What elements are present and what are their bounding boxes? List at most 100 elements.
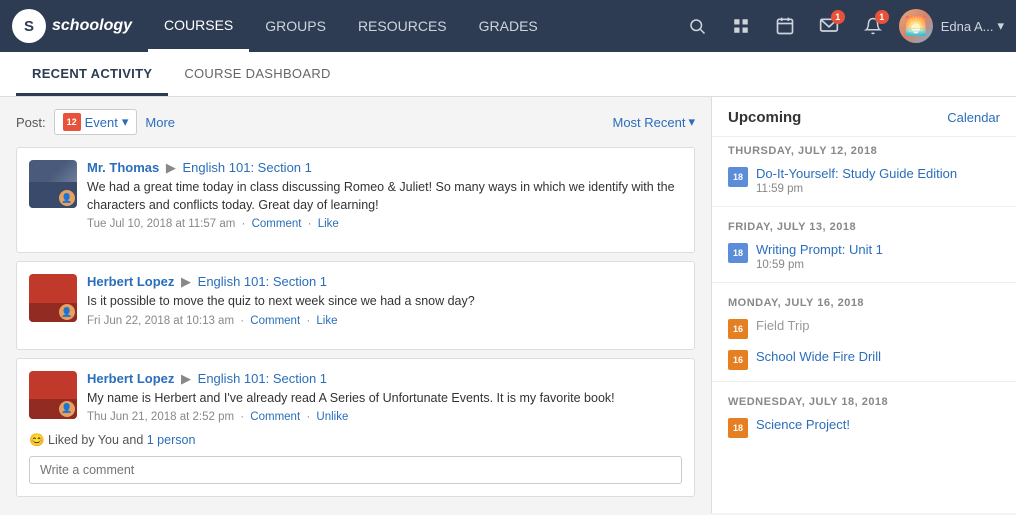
- avatar-mr-thomas: 👤: [29, 160, 77, 208]
- tab-course-dashboard[interactable]: COURSE DASHBOARD: [168, 52, 346, 96]
- nav-grades[interactable]: GRADES: [463, 0, 554, 52]
- feed-meta-3: Thu Jun 21, 2018 at 2:52 pm · Comment · …: [87, 411, 682, 423]
- nav-courses[interactable]: COURSES: [148, 0, 249, 52]
- author-herbert-2[interactable]: Herbert Lopez: [87, 371, 174, 386]
- date-header-3: MONDAY, JULY 16, 2018: [712, 289, 1016, 313]
- tab-recent-activity[interactable]: RECENT ACTIVITY: [16, 52, 168, 96]
- tabs-bar: RECENT ACTIVITY COURSE DASHBOARD: [0, 52, 1016, 97]
- comment-link-2[interactable]: Comment: [250, 315, 300, 327]
- divider-3: [712, 381, 1016, 382]
- feed-card-3: 👤 Herbert Lopez ▶ English 101: Section 1…: [16, 358, 695, 498]
- upcoming-item-time-1: 11:59 pm: [756, 183, 1000, 195]
- nav-resources[interactable]: RESOURCES: [342, 0, 463, 52]
- calendar-icon-1: 16: [728, 319, 748, 339]
- assignment-icon-1: 18: [728, 167, 748, 187]
- post-label: Post:: [16, 115, 46, 130]
- upcoming-item-4: 16 School Wide Fire Drill: [712, 344, 1016, 375]
- feed-content-3: Herbert Lopez ▶ English 101: Section 1 M…: [87, 371, 682, 424]
- avatar[interactable]: 🌅: [899, 9, 933, 43]
- feed-arrow-3: ▶: [181, 371, 191, 386]
- avatar-herbert-2: 👤: [29, 371, 77, 419]
- nav-right: 1 1 🌅 Edna A... ▾: [679, 8, 1004, 44]
- upcoming-item-title-1[interactable]: Do-It-Yourself: Study Guide Edition: [756, 166, 1000, 183]
- author-herbert-1[interactable]: Herbert Lopez: [87, 274, 174, 289]
- divider-2: [712, 282, 1016, 283]
- user-name[interactable]: Edna A... ▾: [941, 18, 1004, 34]
- upcoming-item-title-2[interactable]: Writing Prompt: Unit 1: [756, 242, 1000, 259]
- feed-date-1: Tue Jul 10, 2018 at 11:57 am: [87, 218, 235, 230]
- course-link-1[interactable]: English 101: Section 1: [183, 160, 312, 175]
- upcoming-item-info-5: Science Project!: [756, 417, 1000, 434]
- feed-text-3: My name is Herbert and I've already read…: [87, 390, 682, 408]
- upcoming-item-time-2: 10:59 pm: [756, 259, 1000, 271]
- messages-badge: 1: [831, 10, 845, 24]
- post-bar-right: Most Recent ▾: [612, 114, 695, 130]
- feed-text-2: Is it possible to move the quiz to next …: [87, 293, 682, 311]
- date-header-1: THURSDAY, JULY 12, 2018: [712, 137, 1016, 161]
- notifications-icon[interactable]: 1: [855, 8, 891, 44]
- nav-links: COURSES GROUPS RESOURCES GRADES: [148, 0, 679, 52]
- nav-groups[interactable]: GROUPS: [249, 0, 342, 52]
- grid-icon[interactable]: [723, 8, 759, 44]
- event-chevron-icon: ▾: [122, 114, 129, 130]
- author-mr-thomas[interactable]: Mr. Thomas: [87, 160, 159, 175]
- more-btn-label: More: [145, 115, 175, 130]
- right-panel: Upcoming Calendar THURSDAY, JULY 12, 201…: [711, 97, 1016, 513]
- calendar-link[interactable]: Calendar: [947, 110, 1000, 125]
- avatar-herbert-1: 👤: [29, 274, 77, 322]
- feed-date-2: Fri Jun 22, 2018 at 10:13 am: [87, 315, 234, 327]
- notifications-badge: 1: [875, 10, 889, 24]
- liked-bar: 😊 Liked by You and 1 person: [29, 433, 682, 448]
- feed-content-2: Herbert Lopez ▶ English 101: Section 1 I…: [87, 274, 682, 327]
- feed-content-1: Mr. Thomas ▶ English 101: Section 1 We h…: [87, 160, 682, 230]
- upcoming-item-1: 18 Do-It-Yourself: Study Guide Edition 1…: [712, 161, 1016, 200]
- most-recent-button[interactable]: Most Recent ▾: [612, 114, 695, 130]
- logo-circle: S: [12, 9, 46, 43]
- post-event-button[interactable]: 12 Event ▾: [54, 109, 138, 135]
- upcoming-item-2: 18 Writing Prompt: Unit 1 10:59 pm: [712, 237, 1016, 276]
- logo-text: schoology: [52, 17, 132, 35]
- upcoming-item-info-1: Do-It-Yourself: Study Guide Edition 11:5…: [756, 166, 1000, 195]
- upcoming-item-3: 16 Field Trip: [712, 313, 1016, 344]
- comment-link-3[interactable]: Comment: [250, 411, 300, 423]
- logo[interactable]: S schoology: [12, 9, 132, 43]
- feed-header-3: Herbert Lopez ▶ English 101: Section 1: [87, 371, 682, 387]
- calendar-icon-2: 16: [728, 350, 748, 370]
- event-calendar-icon: 12: [63, 113, 81, 131]
- feed-text-1: We had a great time today in class discu…: [87, 179, 682, 214]
- liked-person-link[interactable]: 1 person: [147, 433, 196, 447]
- feed-arrow-2: ▶: [181, 274, 191, 289]
- calendar-icon[interactable]: [767, 8, 803, 44]
- calendar-icon-3: 18: [728, 418, 748, 438]
- comment-input[interactable]: [29, 456, 682, 484]
- feed-card-2: 👤 Herbert Lopez ▶ English 101: Section 1…: [16, 261, 695, 350]
- upcoming-header: Upcoming Calendar: [712, 97, 1016, 137]
- upcoming-item-title-5[interactable]: Science Project!: [756, 417, 1000, 434]
- divider-1: [712, 206, 1016, 207]
- post-more-button[interactable]: More: [145, 115, 175, 130]
- course-link-3[interactable]: English 101: Section 1: [198, 371, 327, 386]
- date-header-2: FRIDAY, JULY 13, 2018: [712, 213, 1016, 237]
- like-link-2[interactable]: Like: [316, 315, 337, 327]
- feed-meta-2: Fri Jun 22, 2018 at 10:13 am · Comment ·…: [87, 315, 682, 327]
- course-link-2[interactable]: English 101: Section 1: [198, 274, 327, 289]
- upcoming-item-info-2: Writing Prompt: Unit 1 10:59 pm: [756, 242, 1000, 271]
- feed-header-1: Mr. Thomas ▶ English 101: Section 1: [87, 160, 682, 176]
- unlike-link-3[interactable]: Unlike: [316, 411, 348, 423]
- upcoming-item-title-4[interactable]: School Wide Fire Drill: [756, 349, 1000, 366]
- search-icon[interactable]: [679, 8, 715, 44]
- top-nav: S schoology COURSES GROUPS RESOURCES GRA…: [0, 0, 1016, 52]
- logo-initial: S: [24, 18, 34, 35]
- upcoming-item-title-3[interactable]: Field Trip: [756, 318, 1000, 335]
- messages-icon[interactable]: 1: [811, 8, 847, 44]
- post-bar: Post: 12 Event ▾ More Most Recent ▾: [16, 109, 695, 135]
- main-layout: Post: 12 Event ▾ More Most Recent ▾: [0, 97, 1016, 513]
- event-btn-label: Event: [85, 115, 118, 130]
- feed-item-2: 👤 Herbert Lopez ▶ English 101: Section 1…: [29, 274, 682, 327]
- comment-link-1[interactable]: Comment: [252, 218, 302, 230]
- feed-item-3: 👤 Herbert Lopez ▶ English 101: Section 1…: [29, 371, 682, 424]
- like-link-1[interactable]: Like: [318, 218, 339, 230]
- avatar-sub-icon-2: 👤: [59, 304, 75, 320]
- feed-card-1: 👤 Mr. Thomas ▶ English 101: Section 1 We…: [16, 147, 695, 253]
- date-header-4: WEDNESDAY, JULY 18, 2018: [712, 388, 1016, 412]
